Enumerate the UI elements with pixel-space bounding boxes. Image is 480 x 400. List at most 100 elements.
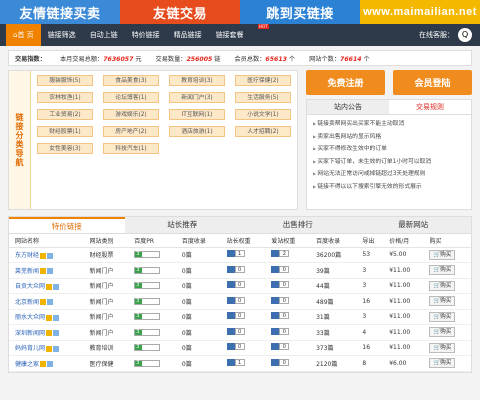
category-button[interactable]: 小说文学(1) xyxy=(235,109,291,120)
site-name-link[interactable]: 北京新闻 xyxy=(15,299,39,306)
notice-item[interactable]: 买家不得修改生效中的订单 xyxy=(313,143,465,156)
column-header: 网站名称 xyxy=(9,234,84,248)
nav-premium[interactable]: 精品链接 xyxy=(167,24,209,46)
category-side-label: 链接分类导航 xyxy=(9,71,31,209)
login-button[interactable]: 会员登陆 xyxy=(393,70,472,95)
badge-icon xyxy=(46,330,53,337)
site-name-link[interactable]: 莱芜新闻 xyxy=(15,268,39,275)
stats-title: 交易指数： xyxy=(15,55,46,63)
outbound-count: 3 xyxy=(356,278,384,294)
baidu-count: 0篇 xyxy=(175,355,221,372)
baidu-count: 0篇 xyxy=(175,324,221,341)
pr-meter: 3 xyxy=(134,297,161,305)
tab-announcement[interactable]: 站内公告 xyxy=(307,100,389,114)
nav-package[interactable]: 链接套餐 xyxy=(209,24,251,46)
column-header: 百度PR xyxy=(128,234,176,248)
category-button[interactable]: 食品美食(3) xyxy=(103,75,159,86)
admin-weight: 0 xyxy=(226,343,245,351)
badge-icon xyxy=(46,283,53,290)
category-button[interactable]: 房产地产(2) xyxy=(103,126,159,137)
weight-icon xyxy=(271,265,280,273)
category-button[interactable]: 科技汽车(1) xyxy=(103,143,159,154)
hot-badge: HOT xyxy=(258,24,269,29)
tab-rules[interactable]: 交易规则 xyxy=(389,100,471,114)
category-button[interactable]: 酒店旅游(1) xyxy=(169,126,225,137)
tab-special-links[interactable]: 特价链接 xyxy=(9,217,125,233)
buy-button[interactable]: 🛒购买 xyxy=(429,249,456,260)
buy-button[interactable]: 🛒购买 xyxy=(429,280,456,291)
aizhan-weight: 0 xyxy=(271,327,290,335)
buy-button[interactable]: 🛒购买 xyxy=(429,358,456,369)
price: ¥11.00 xyxy=(383,278,424,294)
category-button[interactable]: 服装服饰(5) xyxy=(37,75,93,86)
category-button[interactable]: 财经股票(1) xyxy=(37,126,93,137)
indexed-count: 33篇 xyxy=(310,324,357,341)
buy-button[interactable]: 🛒购买 xyxy=(429,311,456,322)
pr-meter: 3 xyxy=(134,313,161,321)
category-button[interactable]: 女性美容(3) xyxy=(37,143,93,154)
category-button[interactable]: 医疗保健(2) xyxy=(235,75,291,86)
nav-home[interactable]: ⌂首 页 xyxy=(6,24,41,46)
register-button[interactable]: 免费注册 xyxy=(306,70,385,95)
category-button[interactable]: 人才招聘(2) xyxy=(235,126,291,137)
indexed-count: 44篇 xyxy=(310,278,357,294)
weight-icon xyxy=(271,250,280,258)
buy-button[interactable]: 🛒购买 xyxy=(429,327,456,338)
aizhan-weight: 0 xyxy=(271,312,290,320)
notice-item[interactable]: 链接卖帮网买出买家不能主动取消 xyxy=(313,118,465,131)
category-button[interactable]: 生活服务(5) xyxy=(235,92,291,103)
banner-domain[interactable]: www.maimailian.net xyxy=(360,0,480,24)
banner-buy-sell[interactable]: 友情链接买卖 xyxy=(0,0,120,24)
nav-auto[interactable]: 自动上链 xyxy=(83,24,125,46)
category-button[interactable]: 论坛博客(1) xyxy=(103,92,159,103)
badge-icon xyxy=(53,330,60,337)
tab-newest[interactable]: 最新网站 xyxy=(355,217,471,233)
price: ¥11.00 xyxy=(383,324,424,341)
baidu-count: 0篇 xyxy=(175,309,221,325)
site-name-link[interactable]: 健康之家 xyxy=(15,361,39,368)
category-button[interactable]: 农林牧渔(1) xyxy=(37,92,93,103)
buy-button[interactable]: 🛒购买 xyxy=(429,265,456,276)
category-button[interactable]: 教育培训(3) xyxy=(169,75,225,86)
site-name-link[interactable]: 东方财经 xyxy=(15,252,39,259)
notice-item[interactable]: 网站无法正常访问或掉链超过3天处理规则 xyxy=(313,168,465,181)
category-button[interactable]: IT互联网(1) xyxy=(169,109,225,120)
aizhan-weight: 0 xyxy=(271,358,290,366)
nav-special[interactable]: 特价链接 xyxy=(125,24,167,46)
admin-weight: 0 xyxy=(226,281,245,289)
online-service[interactable]: 在线客服： Q xyxy=(419,28,480,42)
notice-list: 链接卖帮网买出买家不能主动取消卖家出售网站的显示风格买家不得修改生效中的订单买家… xyxy=(307,115,471,196)
pr-meter: 3 xyxy=(134,251,161,259)
nav-filter[interactable]: 链接筛选 xyxy=(41,24,83,46)
column-header: 百度收录 xyxy=(310,234,357,248)
banner-jump-buy[interactable]: 跳到买链接 xyxy=(240,0,360,24)
buy-button[interactable]: 🛒购买 xyxy=(429,296,456,307)
aizhan-weight: 0 xyxy=(271,281,290,289)
site-category: 教育培训 xyxy=(83,340,129,356)
notice-item[interactable]: 链接不得以以下搜索引擎无效的形式展示 xyxy=(313,181,465,194)
qq-icon[interactable]: Q xyxy=(458,28,472,42)
notice-item[interactable]: 买家下错订单，未生效的订单1小时可以取消 xyxy=(313,156,465,169)
site-category: 新闻门户 xyxy=(83,309,129,325)
buy-button[interactable]: 🛒购买 xyxy=(429,342,456,353)
site-name-link[interactable]: 丽水大众网 xyxy=(15,314,45,321)
category-button[interactable]: 新闻门户(3) xyxy=(169,92,225,103)
stat-trade-count: 交易数量：256005 链 xyxy=(155,55,221,63)
notice-item[interactable]: 卖家出售网站的显示风格 xyxy=(313,131,465,144)
site-name-link[interactable]: 自贡大众网 xyxy=(15,283,45,290)
price: ¥6.00 xyxy=(383,355,424,372)
site-name-link[interactable]: 深圳新闻网 xyxy=(15,330,45,337)
site-category: 新闻门户 xyxy=(83,262,129,279)
column-header: 爱站权重 xyxy=(265,234,311,248)
site-name-link[interactable]: 妈妈育儿网 xyxy=(15,345,45,352)
badge-icon xyxy=(46,314,53,321)
tab-ranking[interactable]: 出售排行 xyxy=(240,217,356,233)
category-button[interactable]: 工业贸易(2) xyxy=(37,109,93,120)
outbound-count: 4 xyxy=(356,324,384,341)
banner-trade[interactable]: 友链交易 xyxy=(120,0,240,24)
column-header: 导出 xyxy=(356,234,384,248)
category-button[interactable]: 游戏娱乐(2) xyxy=(103,109,159,120)
table-row: 北京新闻 新闻门户 3 0篇 0 0 489篇 16 ¥11.00 🛒购买 xyxy=(9,293,471,310)
weight-icon xyxy=(271,296,280,304)
tab-recommended[interactable]: 站长推荐 xyxy=(124,217,240,233)
